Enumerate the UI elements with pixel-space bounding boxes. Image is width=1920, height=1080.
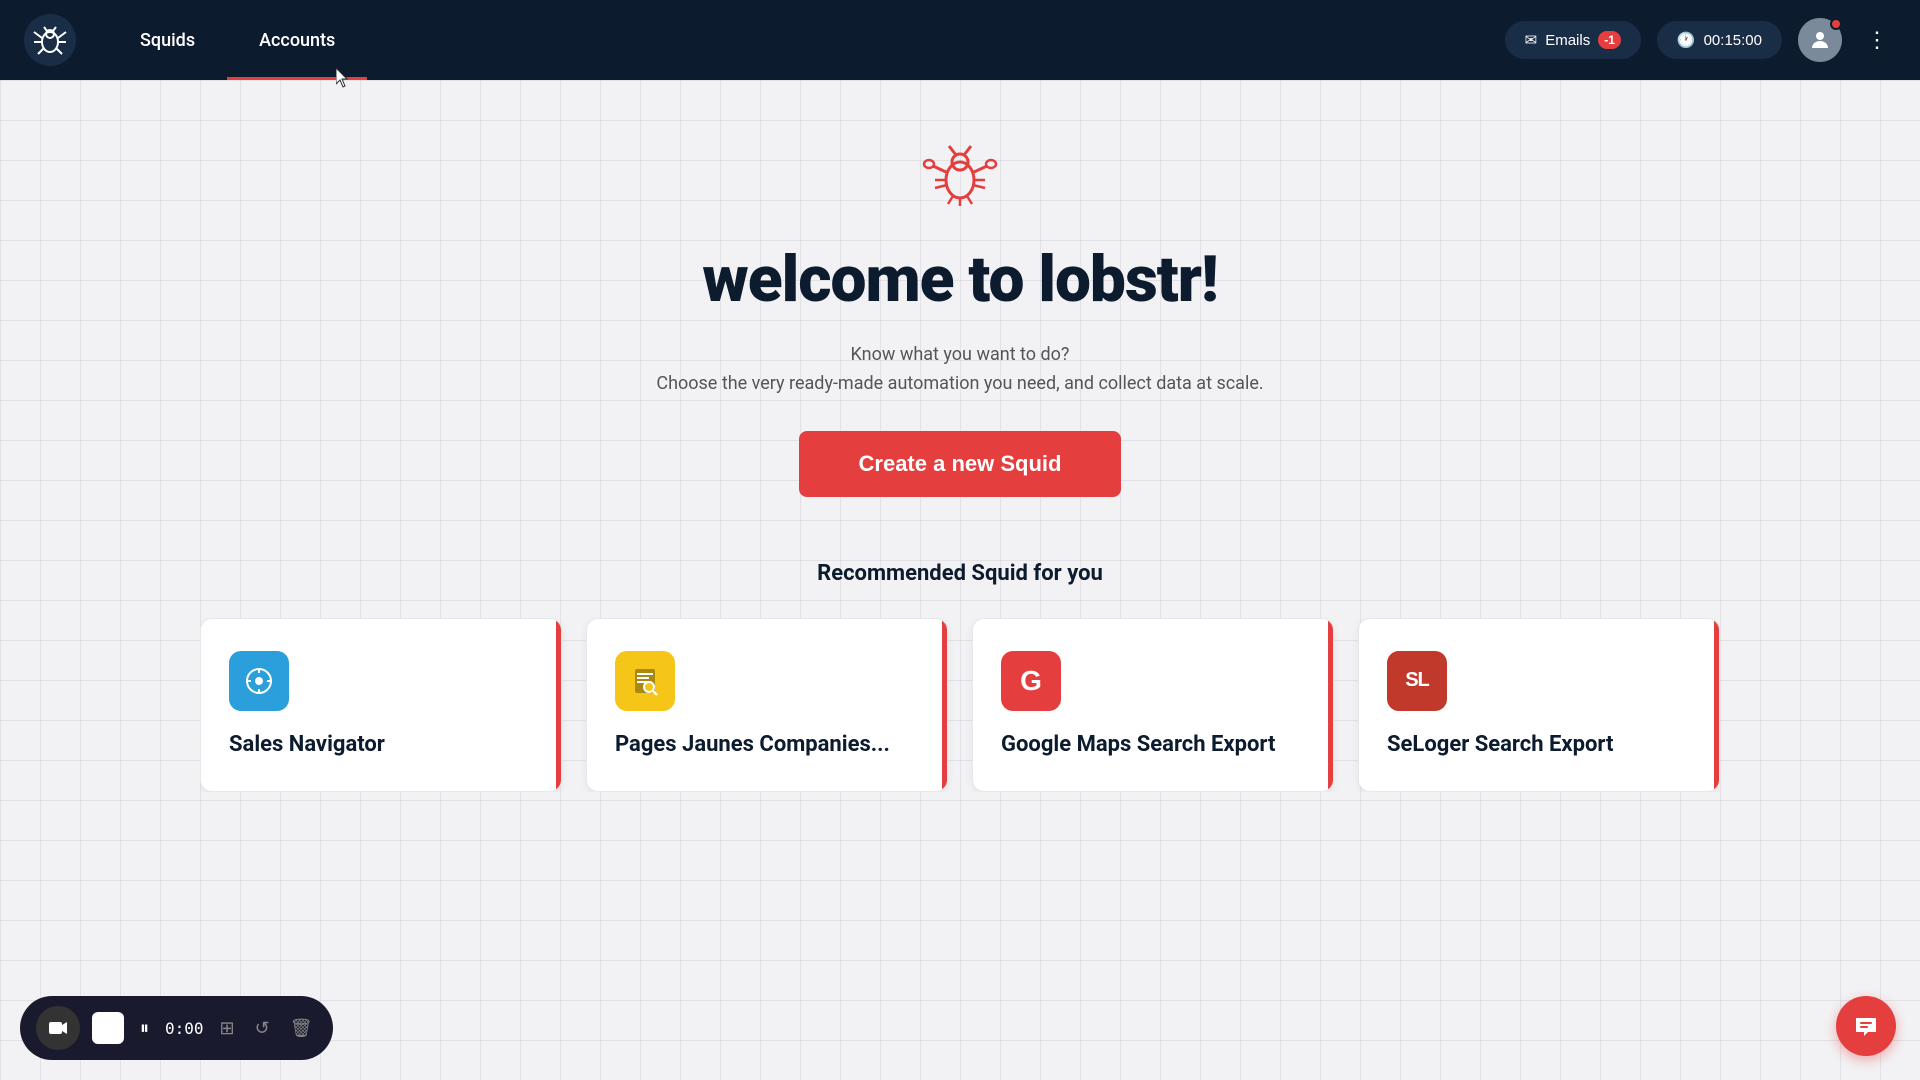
card-pages-jaunes[interactable]: Pages Jaunes Companies... [586,618,948,793]
card-title-seloger: SeLoger Search Export [1387,731,1691,760]
recommended-title: Recommended Squid for you [200,561,1720,586]
timer-icon: 🕐 [1677,31,1696,49]
hero-title: welcome to lobstr! [702,242,1217,317]
nav-tab-accounts[interactable]: Accounts [227,0,367,80]
card-icon-sales-navigator [229,651,289,711]
cards-row: Sales Navigator Pages Jaunes Companies..… [200,618,1720,793]
card-title-sales-navigator: Sales Navigator [229,731,533,760]
nav-tabs: Squids Accounts [108,0,367,80]
nav-tab-squids[interactable]: Squids [108,0,227,80]
recording-bar: ⏸ 0:00 ⊞ ↺ 🗑 [20,996,333,1060]
google-icon-letter: G [1020,665,1042,697]
chat-bubble-button[interactable] [1836,996,1896,1056]
more-options-button[interactable]: ⋮ [1858,19,1896,61]
emails-button[interactable]: ✉ Emails -1 [1505,21,1641,59]
emails-badge: -1 [1598,31,1621,49]
card-google-maps[interactable]: G Google Maps Search Export [972,618,1334,793]
seloger-icon-letters: SL [1405,669,1429,692]
card-icon-google-maps: G [1001,651,1061,711]
emails-label: Emails [1545,32,1590,49]
timer-button[interactable]: 🕐 00:15:00 [1657,21,1782,59]
recording-timer: 0:00 [165,1019,204,1038]
record-pause-button[interactable]: ⏸ [136,1014,153,1043]
hero-section: welcome to lobstr! Know what you want to… [656,128,1263,497]
main-content: welcome to lobstr! Know what you want to… [0,80,1920,1080]
email-icon: ✉ [1525,31,1538,49]
recommended-section: Recommended Squid for you Sales Navigato… [160,561,1760,793]
card-sales-navigator[interactable]: Sales Navigator [200,618,562,793]
app-logo[interactable] [24,14,76,66]
hero-subtitle-line2: Choose the very ready-made automation yo… [656,370,1263,399]
hero-logo [915,128,1005,218]
timer-value: 00:15:00 [1704,32,1762,49]
record-trash-button[interactable]: 🗑 [286,1014,317,1043]
create-squid-button[interactable]: Create a new Squid [799,431,1122,497]
record-stop-button[interactable] [92,1012,124,1044]
avatar-button[interactable] [1798,18,1842,62]
hero-subtitle-line1: Know what you want to do? [656,341,1263,370]
card-icon-pages-jaunes [615,651,675,711]
avatar-container [1798,18,1842,62]
card-icon-seloger: SL [1387,651,1447,711]
navbar: Squids Accounts ✉ Emails -1 🕐 00:15:00 [0,0,1920,80]
card-seloger[interactable]: SL SeLoger Search Export [1358,618,1720,793]
record-grid-button[interactable]: ⊞ [216,1014,239,1043]
avatar-notification-dot [1830,18,1842,30]
nav-right: ✉ Emails -1 🕐 00:15:00 ⋮ [1505,18,1896,62]
record-undo-button[interactable]: ↺ [251,1014,274,1043]
card-title-pages-jaunes: Pages Jaunes Companies... [615,731,919,760]
hero-subtitle: Know what you want to do? Choose the ver… [656,341,1263,399]
record-video-button[interactable] [36,1006,80,1050]
card-title-google-maps: Google Maps Search Export [1001,731,1305,760]
